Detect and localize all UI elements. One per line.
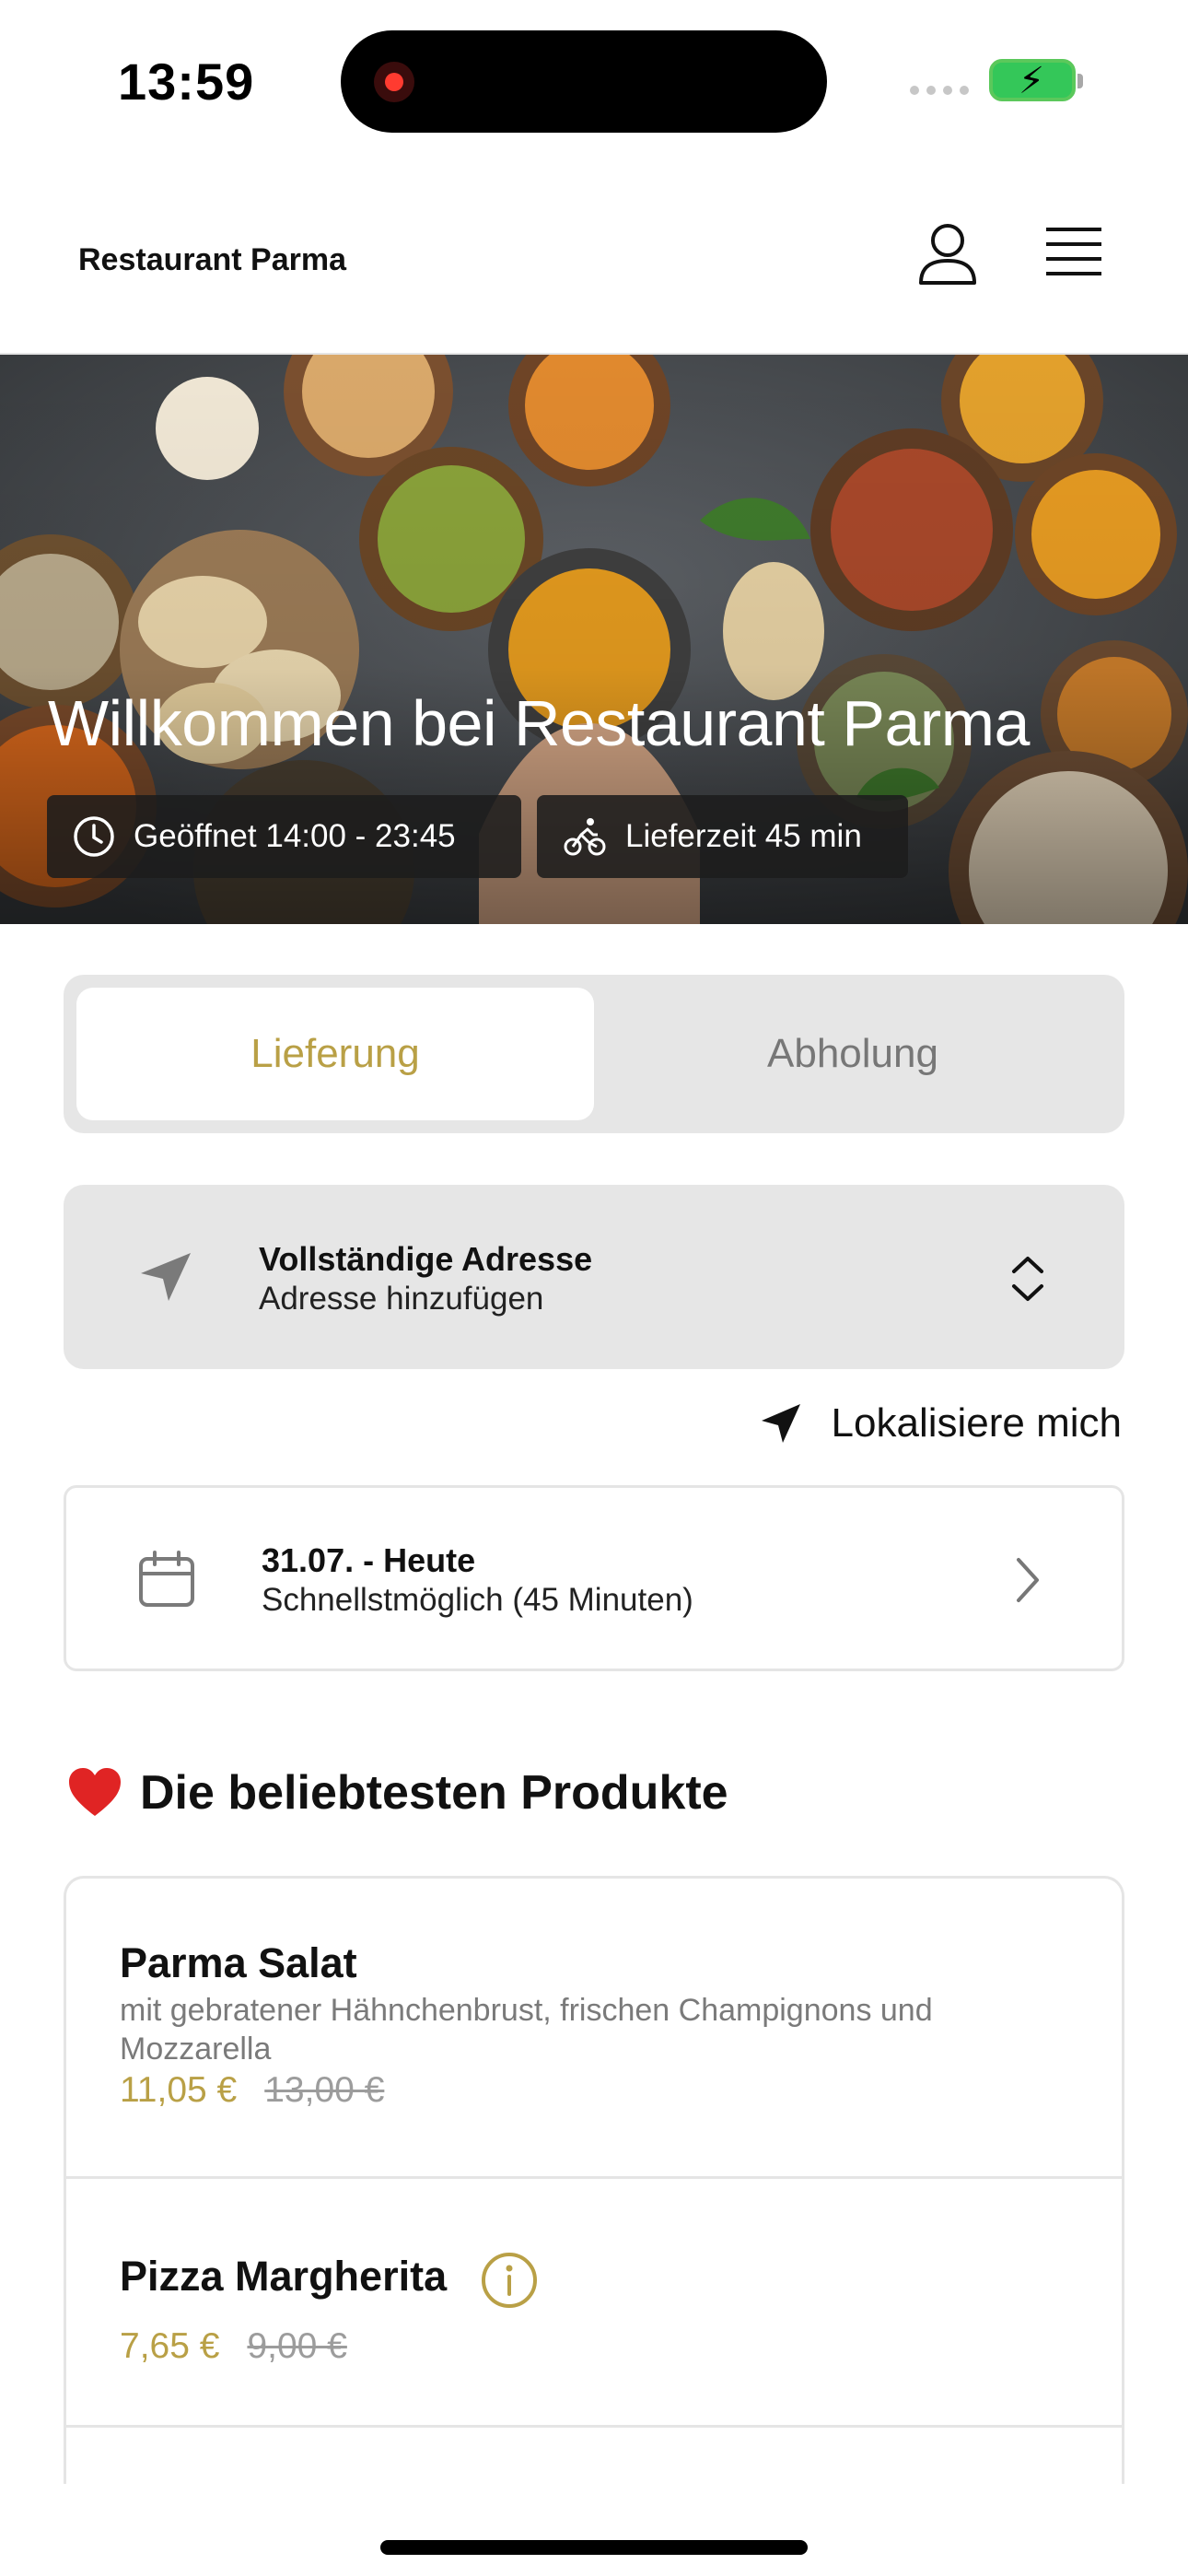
address-selector[interactable]: Vollständige Adresse Adresse hinzufügen [64, 1185, 1124, 1369]
restaurant-name: Restaurant Parma [78, 242, 347, 277]
info-icon[interactable] [480, 2251, 539, 2310]
product-name: Parma Salat [120, 1939, 357, 1986]
product-price: 7,65 € [120, 2326, 220, 2366]
order-type-tabs: Lieferung Abholung [64, 975, 1124, 1133]
address-title: Vollständige Adresse [259, 1240, 593, 1278]
product-list: Parma Salat mit gebratener Hähnchenbrust… [64, 1876, 1124, 2484]
delivery-time-text: Lieferzeit 45 min [625, 818, 862, 854]
product-name: Pizza Margherita [120, 2253, 448, 2300]
product-old-price: 13,00 € [264, 2070, 385, 2110]
bicycle-icon [564, 818, 606, 856]
location-arrow-icon [141, 1253, 191, 1301]
product-card[interactable]: Parma Salat mit gebratener Hähnchenbrust… [66, 1879, 1122, 2179]
heart-icon [69, 1768, 121, 1816]
product-card[interactable]: Pizza Margherita 7,65 € 9,00 € [66, 2179, 1122, 2428]
address-subtitle: Adresse hinzufügen [259, 1281, 544, 1317]
product-price-row: 11,05 € 13,00 € [120, 2070, 384, 2111]
dynamic-island [341, 30, 827, 133]
tab-pickup[interactable]: Abholung [594, 988, 1112, 1120]
locate-me-label: Lokalisiere mich [831, 1400, 1122, 1446]
product-price: 11,05 € [120, 2070, 238, 2110]
delivery-date-selector[interactable]: 31.07. - Heute Schnellstmöglich (45 Minu… [64, 1485, 1124, 1671]
clock-icon [74, 816, 114, 857]
app-header: Restaurant Parma [0, 180, 1188, 355]
signal-icon [910, 86, 969, 95]
chevron-right-icon [1017, 1558, 1039, 1602]
status-bar: 13:59 ⚡ [0, 0, 1188, 161]
location-arrow-icon [761, 1404, 800, 1443]
tab-delivery[interactable]: Lieferung [76, 988, 594, 1120]
product-description: mit gebratener Hähnchenbrust, frischen C… [120, 1993, 933, 2067]
section-title-text: Die beliebtesten Produkte [140, 1766, 728, 1820]
delivery-time-chip: Lieferzeit 45 min [537, 795, 908, 878]
status-time: 13:59 [118, 53, 255, 111]
date-subtitle: Schnellstmöglich (45 Minuten) [262, 1582, 693, 1618]
menu-icon[interactable] [1044, 226, 1103, 281]
hero-banner: Willkommen bei Restaurant Parma Geöffnet… [0, 355, 1188, 924]
recording-indicator-icon [374, 62, 414, 102]
product-old-price: 9,00 € [247, 2326, 347, 2366]
hero-title: Willkommen bei Restaurant Parma [48, 687, 1030, 759]
date-title: 31.07. - Heute [262, 1541, 476, 1579]
home-indicator [380, 2540, 808, 2555]
user-icon[interactable] [917, 222, 978, 287]
chevron-up-down-icon [1012, 1257, 1043, 1301]
product-price-row: 7,65 € 9,00 € [120, 2326, 347, 2367]
popular-products-heading: Die beliebtesten Produkte [66, 1765, 728, 1821]
opening-hours-text: Geöffnet 14:00 - 23:45 [134, 818, 456, 854]
calendar-icon [139, 1551, 194, 1607]
locate-me-button[interactable]: Lokalisiere mich [760, 1400, 1122, 1446]
battery-icon: ⚡ [989, 59, 1083, 101]
opening-hours-chip: Geöffnet 14:00 - 23:45 [47, 795, 521, 878]
